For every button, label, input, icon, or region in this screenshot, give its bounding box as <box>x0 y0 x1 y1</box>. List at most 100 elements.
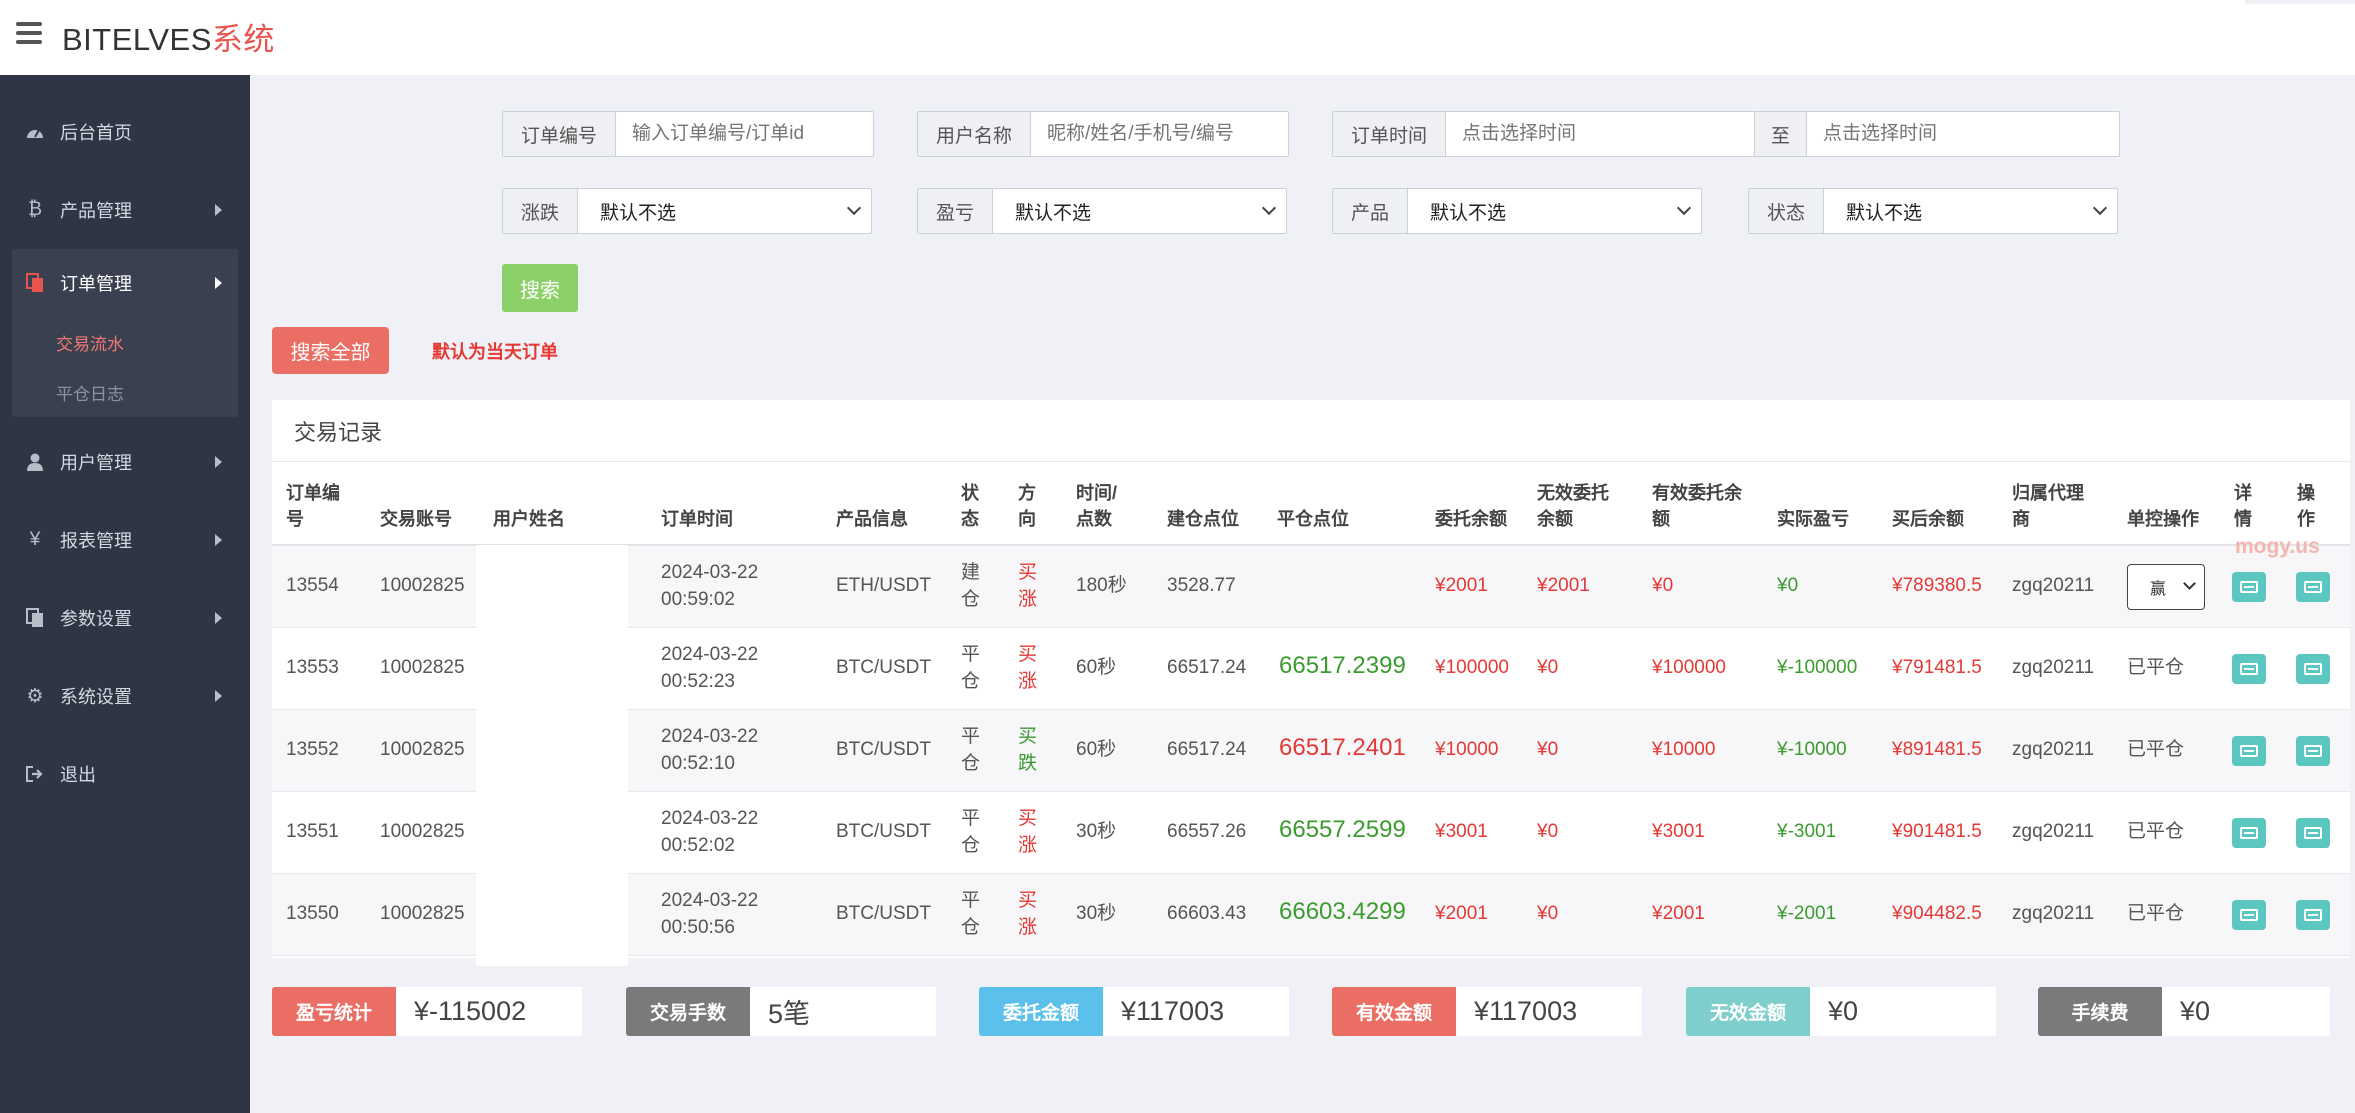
sidebar-item-system[interactable]: ⚙ 系统设置 <box>0 657 250 735</box>
sidebar-subitem-trade-flow[interactable]: 交易流水 <box>12 317 238 367</box>
product-select[interactable]: 默认不选 <box>1408 189 1701 233</box>
stat-value: ¥0 <box>2162 987 2330 1036</box>
header-line: 订单编 <box>286 483 340 503</box>
cell-order-id: 13554 <box>286 575 339 596</box>
header-line: 有效委托余 <box>1652 483 1742 503</box>
search-all-button[interactable]: 搜索全部 <box>272 327 389 374</box>
header-line: 实际盈亏 <box>1777 509 1849 529</box>
cell-open-price: 66517.24 <box>1167 739 1247 760</box>
chevron-down-icon <box>2092 200 2108 216</box>
sidebar-item-params[interactable]: 参数设置 <box>0 579 250 657</box>
list-alt-icon <box>2304 909 2322 921</box>
filter-label: 订单编号 <box>503 112 617 156</box>
sidebar-item-logout[interactable]: 退出 <box>0 735 250 813</box>
filter-profit: 盈亏 默认不选 <box>917 188 1287 234</box>
cell-line: 2024-03-22 <box>661 562 759 583</box>
user-input[interactable] <box>1031 112 1293 156</box>
cell-direction: 买跌 <box>1018 723 1037 777</box>
win-lose-control-select[interactable]: 赢 <box>2127 564 2205 610</box>
detail-button[interactable] <box>2232 736 2266 766</box>
operation-button[interactable] <box>2296 654 2330 684</box>
cell-order-time: 2024-03-22 00:50:56 <box>661 887 758 941</box>
cell-closed-status: 已平仓 <box>2127 739 2185 760</box>
top-right-tab <box>2245 0 2355 4</box>
sidebar-item-label: 退出 <box>60 765 96 785</box>
cell-account: 10002825 <box>380 739 465 760</box>
time-start-input[interactable] <box>1446 112 1754 156</box>
status-select[interactable]: 默认不选 <box>1824 189 2117 233</box>
operation-button[interactable] <box>2296 900 2330 930</box>
sidebar-item-label: 系统设置 <box>60 687 132 707</box>
stat-value: ¥-115002 <box>396 987 582 1036</box>
chevron-down-icon <box>1261 200 1277 216</box>
gears-icon: ⚙ <box>26 685 44 707</box>
sidebar-item-products[interactable]: ₿ 产品管理 <box>0 171 250 249</box>
cell-direction: 买涨 <box>1018 887 1037 941</box>
cell-after-balance: ¥789380.5 <box>1892 575 1982 596</box>
time-end-input[interactable] <box>1807 112 2119 156</box>
stat-card: 无效金额 ¥0 <box>1686 987 1996 1036</box>
list-alt-icon <box>2240 909 2258 921</box>
cell-account: 10002825 <box>380 575 465 596</box>
header-line: 交易账号 <box>380 509 452 529</box>
list-alt-icon <box>2240 745 2258 757</box>
sidebar-item-label: 订单管理 <box>60 274 132 294</box>
sidebar-item-orders[interactable]: 订单管理 <box>12 249 238 317</box>
header-line: 买后余额 <box>1892 509 1964 529</box>
column-header-pnl: 实际盈亏 <box>1777 480 1849 532</box>
cell-line: 仓 <box>961 917 981 938</box>
cell-close-price: 66557.2599 <box>1279 816 1406 843</box>
search-button[interactable]: 搜索 <box>502 264 578 312</box>
cell-line: 2024-03-22 <box>661 726 759 747</box>
sidebar-item-reports[interactable]: ¥ 报表管理 <box>0 501 250 579</box>
cell-order-time: 2024-03-22 00:59:02 <box>661 559 758 613</box>
detail-button[interactable] <box>2232 654 2266 684</box>
operation-button[interactable] <box>2296 736 2330 766</box>
cell-line: 涨 <box>1018 589 1038 610</box>
cell-line: 涨 <box>1018 917 1038 938</box>
sidebar-item-users[interactable]: 用户管理 <box>0 423 250 501</box>
cell-line: 买 <box>1018 644 1038 665</box>
list-alt-icon <box>2240 663 2258 675</box>
header-line: 操 <box>2297 483 2315 503</box>
column-header-invalid: 无效委托 余额 <box>1537 480 1609 532</box>
chevron-down-icon <box>2183 577 2196 590</box>
filter-status: 状态 默认不选 <box>1748 188 2118 234</box>
stat-label: 委托金额 <box>979 987 1103 1036</box>
filter-label: 涨跌 <box>503 189 579 233</box>
sidebar-item-label: 报表管理 <box>60 531 132 551</box>
updown-select[interactable]: 默认不选 <box>578 189 871 233</box>
profit-select[interactable]: 默认不选 <box>993 189 1286 233</box>
sidebar-item-home[interactable]: 后台首页 <box>0 93 250 171</box>
cell-line: 平 <box>961 644 981 665</box>
order-no-input[interactable] <box>616 112 878 156</box>
cell-product: BTC/USDT <box>836 739 931 760</box>
cell-close-price: 66517.2401 <box>1279 734 1406 761</box>
filter-updown: 涨跌 默认不选 <box>502 188 872 234</box>
detail-button[interactable] <box>2232 572 2266 602</box>
detail-button[interactable] <box>2232 900 2266 930</box>
header-line: 情 <box>2234 509 2252 529</box>
cell-after-balance: ¥901481.5 <box>1892 821 1982 842</box>
header-line: 委托余额 <box>1435 509 1507 529</box>
menu-toggle-icon[interactable] <box>16 22 42 44</box>
cell-line: 买 <box>1018 890 1038 911</box>
cell-after-balance: ¥904482.5 <box>1892 903 1982 924</box>
cell-line: 仓 <box>961 835 981 856</box>
cell-close-price: 66603.4299 <box>1279 898 1406 925</box>
cell-line: 00:52:23 <box>661 671 735 692</box>
header-line: 无效委托 <box>1537 483 1609 503</box>
caret-right-icon <box>215 456 222 468</box>
operation-button[interactable] <box>2296 572 2330 602</box>
cell-agent: zgq20211 <box>2012 739 2095 760</box>
stat-label: 无效金额 <box>1686 987 1810 1036</box>
sidebar-item-label: 后台首页 <box>60 123 132 143</box>
sidebar-subitem-close-log[interactable]: 平仓日志 <box>12 367 238 417</box>
header-line: 归属代理 <box>2012 483 2084 503</box>
column-header-agent: 归属代理商 <box>2012 480 2084 532</box>
filter-time-end: 至 <box>1754 111 2120 157</box>
caret-right-icon <box>215 612 222 624</box>
detail-button[interactable] <box>2232 818 2266 848</box>
operation-button[interactable] <box>2296 818 2330 848</box>
cell-valid-amount: ¥0 <box>1652 575 1674 596</box>
